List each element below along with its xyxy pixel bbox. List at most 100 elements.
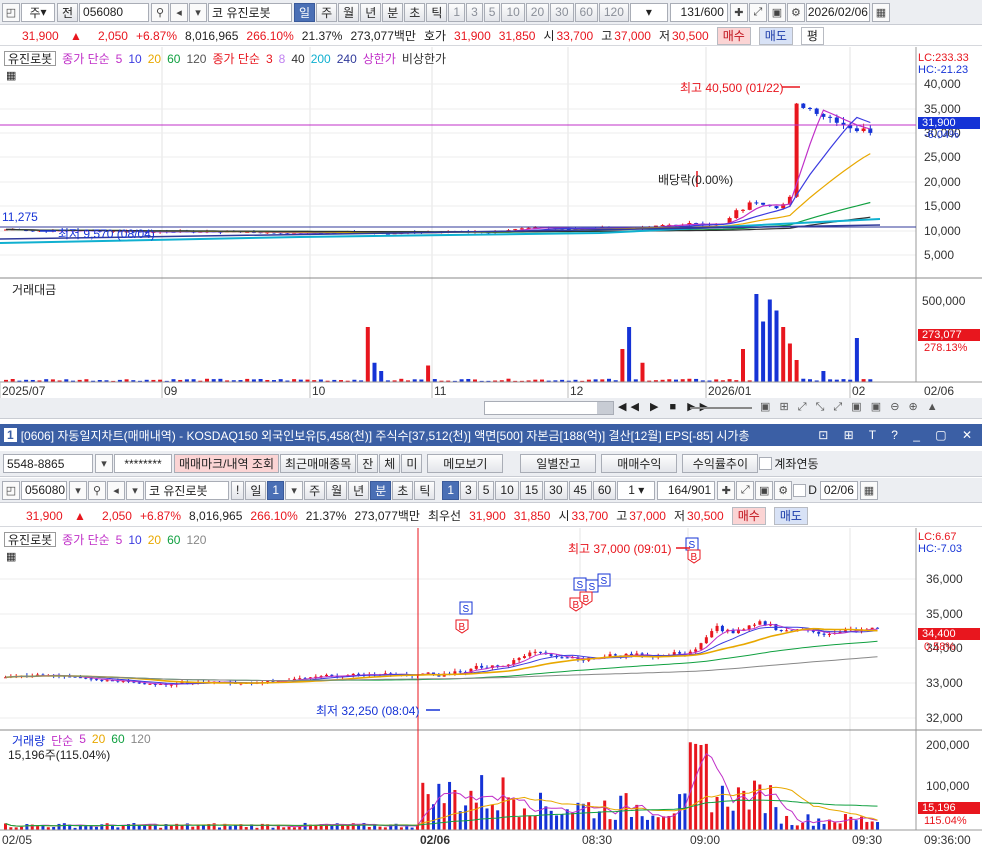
search-icon-2[interactable]: ⚲: [88, 480, 106, 500]
zoom-slider[interactable]: [690, 407, 752, 409]
sell-button-2[interactable]: 매도: [773, 506, 808, 525]
tab-trade-marks[interactable]: 매매마크/내역 조회: [174, 454, 279, 473]
min-10[interactable]: 10: [495, 480, 519, 500]
save-icon[interactable]: ▣: [767, 2, 786, 22]
num-10[interactable]: 10: [501, 2, 525, 22]
chart-tools-icon[interactable]: ▣ ⊞ ⤢ ⤡ ⤢ ▣ ▣ ⊖ ⊕ ▲: [760, 400, 941, 414]
gear-icon[interactable]: ⚙: [786, 2, 805, 22]
interval-select-2[interactable]: 1 ▾: [617, 480, 656, 500]
period-day-2[interactable]: 일: [245, 480, 267, 500]
period-tick-2[interactable]: 틱: [414, 480, 436, 500]
buy-button[interactable]: 매수: [716, 26, 751, 45]
sound-icon-2[interactable]: ◂: [107, 480, 125, 500]
num-1[interactable]: 1: [448, 2, 466, 22]
code-input-2[interactable]: 056080: [21, 480, 67, 500]
num-3[interactable]: 3: [466, 2, 483, 22]
dropdown-icon-2[interactable]: ▾: [69, 480, 87, 500]
period-day[interactable]: 일: [294, 2, 316, 22]
period-dropdown-icon[interactable]: ▾: [285, 480, 304, 500]
tab-fill[interactable]: 체: [379, 454, 401, 473]
memo-button[interactable]: 메모보기: [427, 454, 504, 473]
num-60[interactable]: 60: [574, 2, 598, 22]
calendar-icon-2[interactable]: ▦: [859, 480, 878, 500]
tab-balance[interactable]: 잔: [357, 454, 379, 473]
candle: [710, 631, 714, 638]
top-chart-svg[interactable]: 40,00035,00030,00025,00020,00015,00010,0…: [0, 47, 982, 398]
period-week-2[interactable]: 주: [304, 480, 326, 500]
interval-select[interactable]: ▾: [629, 2, 668, 22]
dropdown-icon[interactable]: ▾: [189, 2, 208, 22]
period-second[interactable]: 초: [404, 2, 426, 22]
tab-recent[interactable]: 최근매매종목: [280, 454, 357, 473]
num-20[interactable]: 20: [525, 2, 550, 22]
type-select[interactable]: 주 ▾: [21, 2, 55, 22]
min-30[interactable]: 30: [544, 480, 568, 500]
period-tick[interactable]: 틱: [426, 2, 448, 22]
crosshair-icon[interactable]: ✚: [729, 2, 748, 22]
search-icon[interactable]: ⚲: [151, 2, 170, 22]
grid-icon[interactable]: ▦: [6, 69, 16, 82]
count-input-2[interactable]: 164/901: [657, 480, 716, 500]
min-60[interactable]: 60: [592, 480, 617, 500]
min-45[interactable]: 45: [568, 480, 592, 500]
min-15[interactable]: 15: [519, 480, 544, 500]
stock-name-field[interactable]: 코 유진로봇: [208, 2, 293, 22]
min-3[interactable]: 3: [460, 480, 477, 500]
profit-trend-button[interactable]: 수익률추이: [682, 454, 759, 473]
sell-button[interactable]: 매도: [758, 26, 793, 45]
daily-balance-button[interactable]: 일별잔고: [520, 454, 597, 473]
date-input[interactable]: 2026/02/06: [805, 2, 870, 22]
period-num[interactable]: 1: [267, 480, 285, 500]
account-input[interactable]: 5548-8865: [3, 454, 93, 473]
account-link-checkbox[interactable]: [759, 457, 773, 470]
candle: [754, 202, 759, 204]
legend-stock-name[interactable]: 유진로봇: [4, 51, 57, 66]
alert-button[interactable]: !: [231, 480, 245, 500]
top-scrollbar[interactable]: [484, 401, 614, 415]
d-checkbox[interactable]: [793, 483, 807, 497]
period-year-2[interactable]: 년: [348, 480, 370, 500]
window-icon-2[interactable]: ◰: [2, 480, 20, 500]
dropdown-icon-3[interactable]: ▾: [126, 480, 144, 500]
window-icon[interactable]: ◰: [2, 2, 20, 22]
bottom-chart-svg[interactable]: SS SSSBBBB 36,00035,00034,00033,00032,000…: [0, 528, 982, 848]
tab-unfilled[interactable]: 미: [401, 454, 423, 473]
sound-icon[interactable]: ◂: [170, 2, 189, 22]
stock-name-field-2[interactable]: 코 유진로봇: [145, 480, 229, 500]
date-input-2[interactable]: 02/06: [819, 480, 858, 500]
price-tick-label: 35,000: [924, 102, 961, 116]
period-year[interactable]: 년: [360, 2, 382, 22]
crosshair-icon-2[interactable]: ✚: [717, 480, 736, 500]
num-5[interactable]: 5: [483, 2, 501, 22]
account-dropdown-icon[interactable]: ▾: [95, 454, 113, 473]
x-tick-label: 02: [852, 384, 866, 398]
grid-icon-2[interactable]: ▦: [6, 550, 16, 563]
period-minute[interactable]: 분: [382, 2, 404, 22]
scroll-thumb[interactable]: [597, 402, 613, 414]
min-5[interactable]: 5: [477, 480, 495, 500]
num-30[interactable]: 30: [550, 2, 574, 22]
prev-button[interactable]: 전: [57, 2, 79, 22]
period-month-2[interactable]: 월: [326, 480, 348, 500]
window-controls-icon[interactable]: ⊡ ⊞ T ? _ ▢ ✕: [812, 428, 978, 442]
avg-button[interactable]: 평: [800, 26, 824, 45]
num-120[interactable]: 120: [598, 2, 629, 22]
period-second-2[interactable]: 초: [392, 480, 414, 500]
trade-profit-button[interactable]: 매매수익: [601, 454, 678, 473]
period-week[interactable]: 주: [316, 2, 338, 22]
count-input[interactable]: 131/600: [669, 2, 728, 22]
legend-stock-name-2[interactable]: 유진로봇: [4, 532, 57, 547]
buy-button-2[interactable]: 매수: [731, 506, 766, 525]
chart-tool-icon-2[interactable]: ⤢: [736, 480, 755, 500]
code-input[interactable]: 056080: [79, 2, 150, 22]
chart-tool-icon[interactable]: ⤢: [748, 2, 767, 22]
period-minute-2[interactable]: 분: [370, 480, 392, 500]
save-icon-2[interactable]: ▣: [755, 480, 774, 500]
gear-icon-2[interactable]: ⚙: [774, 480, 793, 500]
volume-bar: [105, 823, 109, 830]
calendar-icon[interactable]: ▦: [871, 2, 890, 22]
market-label-2: 코: [149, 483, 161, 498]
min-1[interactable]: 1: [442, 480, 460, 500]
period-month[interactable]: 월: [338, 2, 360, 22]
password-input[interactable]: ********: [114, 454, 172, 473]
